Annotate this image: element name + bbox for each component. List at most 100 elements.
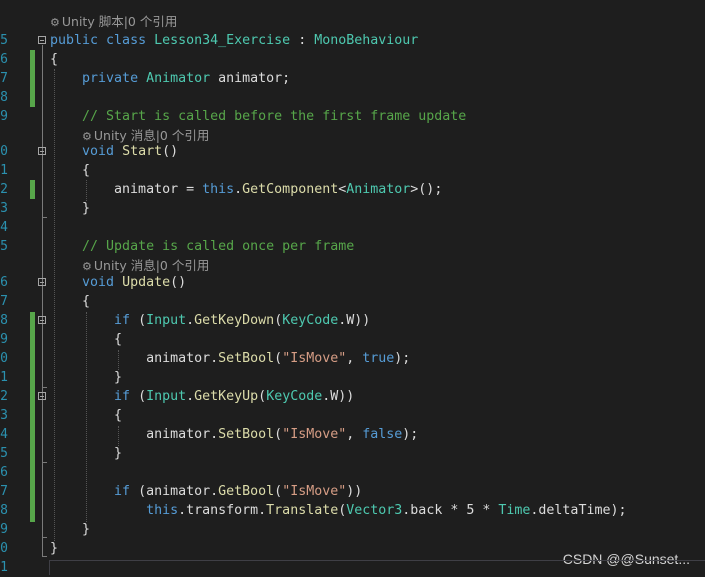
code-token: void (82, 144, 123, 159)
code-text: { (50, 161, 90, 180)
code-token: animator. (50, 351, 219, 366)
code-token: ( (274, 313, 283, 328)
code-token: .deltaTime); (530, 503, 627, 518)
code-line[interactable]: 1 (0, 558, 705, 577)
line-number: 1 (0, 560, 8, 575)
code-line[interactable]: 9 // Start is called before the first fr… (0, 107, 705, 126)
line-number: 3 (0, 408, 8, 423)
line-number: 5 (0, 33, 8, 48)
code-line[interactable]: 2 if (Input.GetKeyUp(KeyCode.W)) (0, 387, 705, 406)
code-token: ( (258, 389, 267, 404)
code-text: if (animator.GetBool("IsMove")) (50, 482, 362, 501)
code-token: animator. (50, 427, 219, 442)
code-line[interactable]: 0 void Start() (0, 142, 705, 161)
line-number: 5 (0, 239, 8, 254)
code-line[interactable]: 1 } (0, 368, 705, 387)
line-number: 5 (0, 446, 8, 461)
code-token: )) (346, 484, 363, 499)
code-token: GetComponent (242, 182, 339, 197)
code-text: this.transform.Translate(Vector3.back * … (50, 501, 626, 520)
code-text: } (50, 444, 122, 463)
unity-gear-icon: ⚙ (82, 260, 92, 273)
code-token: .W)) (322, 389, 355, 404)
code-line[interactable]: 8 (0, 88, 705, 107)
code-token: this (202, 182, 235, 197)
code-text: void Update() (50, 273, 186, 292)
line-number: 0 (0, 541, 8, 556)
code-token: false (362, 427, 403, 442)
code-token: ( (274, 427, 283, 442)
code-line[interactable]: 6{ (0, 50, 705, 69)
line-number: 4 (0, 427, 8, 442)
code-token: "IsMove" (282, 484, 347, 499)
code-line[interactable]: 3 } (0, 199, 705, 218)
code-line[interactable]: 9 { (0, 330, 705, 349)
code-token: .back * 5 * (402, 503, 499, 518)
code-token: } (50, 201, 91, 216)
code-token: . (234, 182, 243, 197)
code-line[interactable]: 8 if (Input.GetKeyDown(KeyCode.W)) (0, 311, 705, 330)
code-token: // Update is called once per frame (82, 239, 355, 254)
code-text: animator = this.GetComponent<Animator>()… (50, 180, 442, 199)
code-lens-row[interactable]: ⚙ Unity 脚本|0 个引用 (0, 12, 705, 31)
code-token: } (50, 541, 59, 556)
code-line[interactable]: 5 // Update is called once per frame (0, 237, 705, 256)
code-token: } (50, 522, 91, 537)
code-line[interactable]: 7 if (animator.GetBool("IsMove")) (0, 482, 705, 501)
code-line[interactable]: 6 (0, 463, 705, 482)
code-token: ); (402, 427, 419, 442)
code-line[interactable]: 7 { (0, 292, 705, 311)
code-line[interactable]: 2 animator = this.GetComponent<Animator>… (0, 180, 705, 199)
code-line[interactable]: 0} (0, 539, 705, 558)
code-token: GetKeyDown (194, 313, 275, 328)
code-token: { (50, 163, 91, 178)
code-token: , (346, 351, 363, 366)
code-token: public (50, 33, 107, 48)
code-token: SetBool (218, 427, 275, 442)
code-line[interactable]: 1 { (0, 161, 705, 180)
code-token: (animator. (130, 484, 219, 499)
code-line[interactable]: 4 animator.SetBool("IsMove", false); (0, 425, 705, 444)
code-token: "IsMove" (282, 351, 347, 366)
code-token: , (346, 427, 363, 442)
code-text: animator.SetBool("IsMove", true); (50, 349, 410, 368)
line-number: 6 (0, 465, 8, 480)
code-token: Lesson34_Exercise (154, 33, 291, 48)
code-token: SetBool (218, 351, 275, 366)
line-number: 8 (0, 90, 8, 105)
line-number: 9 (0, 522, 8, 537)
code-line[interactable]: 4 (0, 218, 705, 237)
code-token: if (114, 313, 131, 328)
code-lens-text: Unity 消息|0 个引用 (93, 128, 210, 143)
code-line[interactable]: 6 void Update() (0, 273, 705, 292)
code-token: { (50, 294, 91, 309)
code-line[interactable]: 5 public class Lesson34_Exercise : MonoBe… (0, 31, 705, 50)
code-line[interactable]: 9 } (0, 520, 705, 539)
line-number: 0 (0, 351, 8, 366)
code-line[interactable]: 3 { (0, 406, 705, 425)
code-text: animator.SetBool("IsMove", false); (50, 425, 418, 444)
line-number: 9 (0, 109, 8, 124)
code-token: Time (498, 503, 531, 518)
line-number: 8 (0, 503, 8, 518)
line-number: 7 (0, 71, 8, 86)
code-editor[interactable]: CSDN @@Sunset... ⚙ Unity 脚本|0 个引用 5 public … (0, 0, 705, 577)
code-token: } (50, 446, 123, 461)
code-text: { (50, 330, 122, 349)
code-token: this (146, 503, 179, 518)
code-line[interactable]: 5 } (0, 444, 705, 463)
code-token: animator; (210, 71, 291, 86)
code-text: if (Input.GetKeyUp(KeyCode.W)) (50, 387, 354, 406)
code-line[interactable]: 8 this.transform.Translate(Vector3.back … (0, 501, 705, 520)
code-lens[interactable]: ⚙ Unity 脚本|0 个引用 (50, 12, 177, 32)
line-number: 6 (0, 52, 8, 67)
code-line[interactable]: 7 private Animator animator; (0, 69, 705, 88)
code-token: Input (146, 313, 187, 328)
line-number: 0 (0, 144, 8, 159)
line-number: 1 (0, 163, 8, 178)
code-token: KeyCode (282, 313, 339, 328)
code-line[interactable]: 0 animator.SetBool("IsMove", true); (0, 349, 705, 368)
